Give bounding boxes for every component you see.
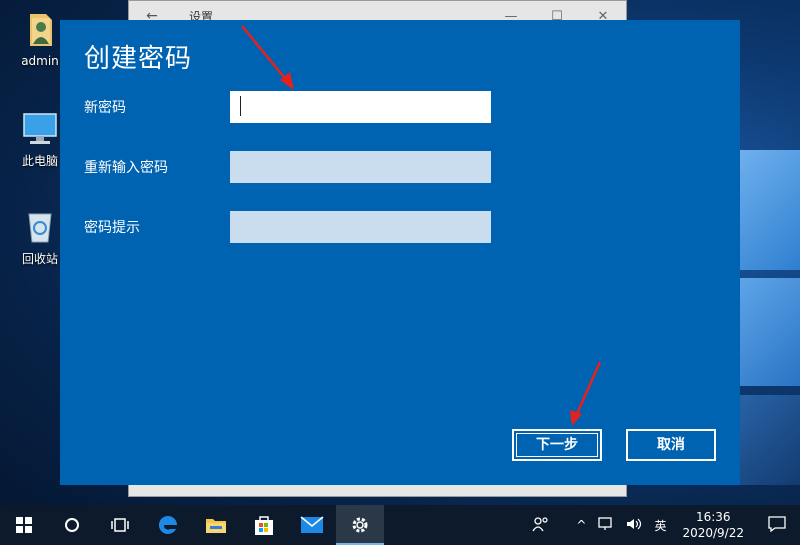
computer-icon <box>20 108 60 148</box>
store-icon[interactable] <box>240 505 288 545</box>
cancel-button[interactable]: 取消 <box>626 429 716 461</box>
wallpaper-beam <box>740 395 800 485</box>
search-icon[interactable] <box>48 505 96 545</box>
dialog-title: 创建密码 <box>84 44 193 74</box>
settings-icon[interactable] <box>336 505 384 545</box>
chevron-up-icon[interactable]: ^ <box>556 518 592 532</box>
task-view-icon[interactable] <box>96 505 144 545</box>
wallpaper-beam <box>740 278 800 386</box>
annotation-arrow-icon <box>241 25 294 90</box>
password-hint-label: 密码提示 <box>84 220 140 236</box>
new-password-label: 新密码 <box>84 100 126 116</box>
system-tray: ^ 英 16:36 2020/9/22 <box>526 505 800 545</box>
confirm-password-input[interactable] <box>230 151 491 183</box>
start-icon[interactable] <box>0 505 48 545</box>
mail-icon[interactable] <box>288 505 336 545</box>
edge-icon[interactable] <box>144 505 192 545</box>
annotation-arrow-icon <box>570 361 602 426</box>
file-explorer-icon[interactable] <box>192 505 240 545</box>
volume-icon[interactable] <box>620 517 648 534</box>
password-hint-input[interactable] <box>230 211 491 243</box>
clock[interactable]: 16:36 2020/9/22 <box>672 509 754 541</box>
create-password-dialog: 创建密码 新密码 重新输入密码 密码提示 下一步 取消 <box>60 20 740 485</box>
taskbar: ^ 英 16:36 2020/9/22 <box>0 505 800 545</box>
recycle-bin-icon <box>20 206 60 246</box>
user-folder-icon <box>20 10 60 50</box>
clock-date: 2020/9/22 <box>682 526 744 540</box>
input-method-indicator[interactable]: 英 <box>648 517 672 534</box>
network-icon[interactable] <box>592 516 620 534</box>
clock-time: 16:36 <box>695 510 731 524</box>
wallpaper-beam <box>740 150 800 270</box>
confirm-password-label: 重新输入密码 <box>84 160 168 176</box>
people-icon[interactable] <box>526 516 556 535</box>
notification-icon[interactable] <box>754 515 800 535</box>
